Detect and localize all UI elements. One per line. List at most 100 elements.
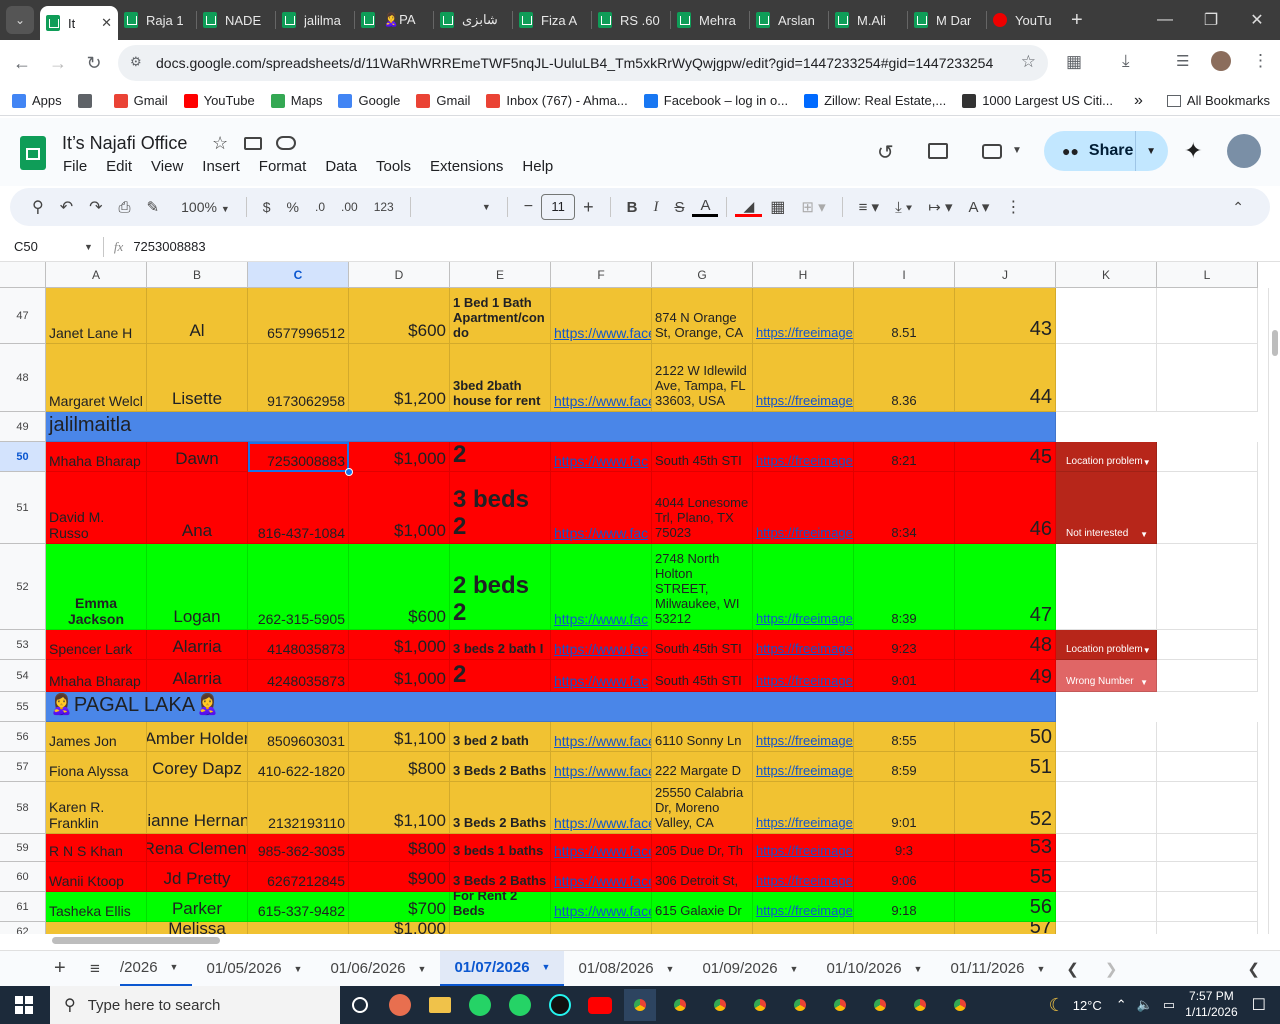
name-box-dropdown-icon[interactable]: ▼: [84, 242, 93, 252]
bookmark-item[interactable]: Apps: [12, 93, 62, 108]
browser-tab[interactable]: jalilma: [276, 0, 354, 40]
bookmark-item[interactable]: [77, 93, 98, 108]
chrome-taskbar-icon[interactable]: [784, 989, 816, 1021]
cell-a50[interactable]: Mhaha Bharap: [46, 442, 147, 472]
cell-e58[interactable]: 3 Beds 2 Baths: [450, 782, 551, 834]
column-header-a[interactable]: A: [46, 262, 147, 288]
cell-b57[interactable]: Corey Dapz: [147, 752, 248, 782]
back-icon[interactable]: ←: [4, 53, 40, 74]
dropdown-arrow-icon[interactable]: ▼: [1140, 530, 1148, 539]
cell-c59[interactable]: 985-362-3035: [248, 834, 349, 862]
zoom-select[interactable]: 100% ▼: [173, 199, 238, 215]
cell-a47[interactable]: Janet Lane H: [46, 288, 147, 344]
cell-i61[interactable]: 9:18: [854, 892, 955, 922]
fill-color-icon[interactable]: ◢: [735, 198, 763, 217]
cell-i52[interactable]: 8:39: [854, 544, 955, 630]
number-format-button[interactable]: 123: [366, 200, 402, 214]
bookmark-item[interactable]: YouTube: [183, 93, 255, 108]
cell-e50[interactable]: 3 beds 2: [450, 442, 551, 472]
cell-k61[interactable]: [1056, 892, 1157, 922]
column-header-g[interactable]: G: [652, 262, 753, 288]
cell-f61[interactable]: https://www.face: [551, 892, 652, 922]
cell-l59[interactable]: [1157, 834, 1258, 862]
chrome-taskbar-icon[interactable]: [904, 989, 936, 1021]
row-header-55[interactable]: 55: [0, 692, 46, 722]
forward-icon[interactable]: →: [40, 53, 76, 74]
undo-icon[interactable]: ↶: [52, 197, 81, 217]
formula-input[interactable]: 7253008883: [133, 239, 205, 254]
vertical-scrollbar[interactable]: [1268, 288, 1280, 934]
sheet-tab[interactable]: 01/07/2026 ▼: [440, 950, 565, 987]
cell-h48[interactable]: https://freeimage: [753, 344, 854, 412]
cell-b50[interactable]: Dawn: [147, 442, 248, 472]
tiktok-icon[interactable]: [544, 989, 576, 1021]
clock[interactable]: 7:57 PM 1/11/2026: [1185, 989, 1238, 1020]
column-header-e[interactable]: E: [450, 262, 551, 288]
column-header-j[interactable]: J: [955, 262, 1056, 288]
column-header-i[interactable]: I: [854, 262, 955, 288]
cell-h50[interactable]: https://freeimage: [753, 442, 854, 472]
cell-j58[interactable]: 52: [955, 782, 1056, 834]
sheet-tab-dropdown-icon[interactable]: ▼: [294, 964, 303, 974]
cell-c62[interactable]: [248, 922, 349, 934]
increase-decimal-button[interactable]: .00: [333, 200, 366, 214]
bookmark-item[interactable]: 1000 Largest US Citi...: [962, 93, 1113, 108]
cell-j53[interactable]: 48: [955, 630, 1056, 660]
show-hidden-icons[interactable]: ⌃: [1116, 997, 1127, 1013]
cell-k60[interactable]: [1056, 862, 1157, 892]
vertical-align-icon[interactable]: ⤓ ▾: [887, 199, 920, 216]
account-avatar[interactable]: [1227, 134, 1261, 168]
cell-a61[interactable]: Tasheka Ellis: [46, 892, 147, 922]
chrome-taskbar-icon[interactable]: [824, 989, 856, 1021]
cell-k52[interactable]: [1056, 544, 1157, 630]
cell-i59[interactable]: 9:3: [854, 834, 955, 862]
cell-d53[interactable]: $1,000: [349, 630, 450, 660]
row-header-52[interactable]: 52: [0, 544, 46, 630]
horizontal-scroll-thumb[interactable]: [52, 937, 220, 944]
cell-g52[interactable]: 2748 North Holton STREET, Milwaukee, WI …: [652, 544, 753, 630]
profile-avatar[interactable]: [1211, 51, 1231, 71]
row-header-53[interactable]: 53: [0, 630, 46, 660]
cell-h60[interactable]: https://freeimage: [753, 862, 854, 892]
cell-b62[interactable]: Melissa: [147, 922, 248, 934]
cell-l47[interactable]: [1157, 288, 1258, 344]
column-header-l[interactable]: L: [1157, 262, 1258, 288]
horizontal-align-icon[interactable]: ≡ ▾: [851, 198, 887, 216]
whatsapp-business-icon[interactable]: [504, 989, 536, 1021]
url-omnibox[interactable]: ⚙ docs.google.com/spreadsheets/d/11WaRhW…: [118, 45, 1048, 81]
cell-e51[interactable]: 3 beds 2: [450, 472, 551, 544]
cell-h47[interactable]: https://freeimage: [753, 288, 854, 344]
cell-h59[interactable]: https://freeimage: [753, 834, 854, 862]
cell-i56[interactable]: 8:55: [854, 722, 955, 752]
status-cell[interactable]: Location problem ▼: [1056, 442, 1157, 472]
cell-f54[interactable]: https://www.fac: [551, 660, 652, 692]
cell-j50[interactable]: 45: [955, 442, 1056, 472]
cell-b58[interactable]: Dianne Hernand: [147, 782, 248, 834]
all-sheets-icon[interactable]: ≡: [90, 959, 120, 979]
cell-e57[interactable]: 3 Beds 2 Baths: [450, 752, 551, 782]
cell-l54[interactable]: [1157, 660, 1258, 692]
cell-a52[interactable]: Emma Jackson: [46, 544, 147, 630]
cell-d59[interactable]: $800: [349, 834, 450, 862]
vertical-scroll-thumb[interactable]: [1272, 330, 1278, 356]
gemini-icon[interactable]: ✦: [1184, 138, 1202, 164]
cell-a48[interactable]: Margaret Welcl: [46, 344, 147, 412]
share-dropdown-icon[interactable]: ▼: [1135, 131, 1156, 171]
sheet-tab[interactable]: 01/08/2026 ▼: [564, 951, 688, 987]
row-header-56[interactable]: 56: [0, 722, 46, 752]
search-menus-icon[interactable]: ⚲: [24, 197, 52, 217]
chrome-taskbar-icon[interactable]: [744, 989, 776, 1021]
cell-h57[interactable]: https://freeimage: [753, 752, 854, 782]
cell-g56[interactable]: 6110 Sonny Ln: [652, 722, 753, 752]
cell-e62[interactable]: [450, 922, 551, 934]
whatsapp-icon[interactable]: [464, 989, 496, 1021]
star-icon[interactable]: ☆: [212, 133, 228, 154]
all-bookmarks-link[interactable]: All Bookmarks: [1187, 93, 1270, 108]
cell-a58[interactable]: Karen R. Franklin: [46, 782, 147, 834]
more-bookmarks-button[interactable]: »: [1134, 92, 1143, 110]
cell-e56[interactable]: 3 bed 2 bath: [450, 722, 551, 752]
cell-k47[interactable]: [1056, 288, 1157, 344]
cell-d57[interactable]: $800: [349, 752, 450, 782]
reload-icon[interactable]: ↻: [76, 53, 112, 74]
cell-b53[interactable]: Alarria: [147, 630, 248, 660]
